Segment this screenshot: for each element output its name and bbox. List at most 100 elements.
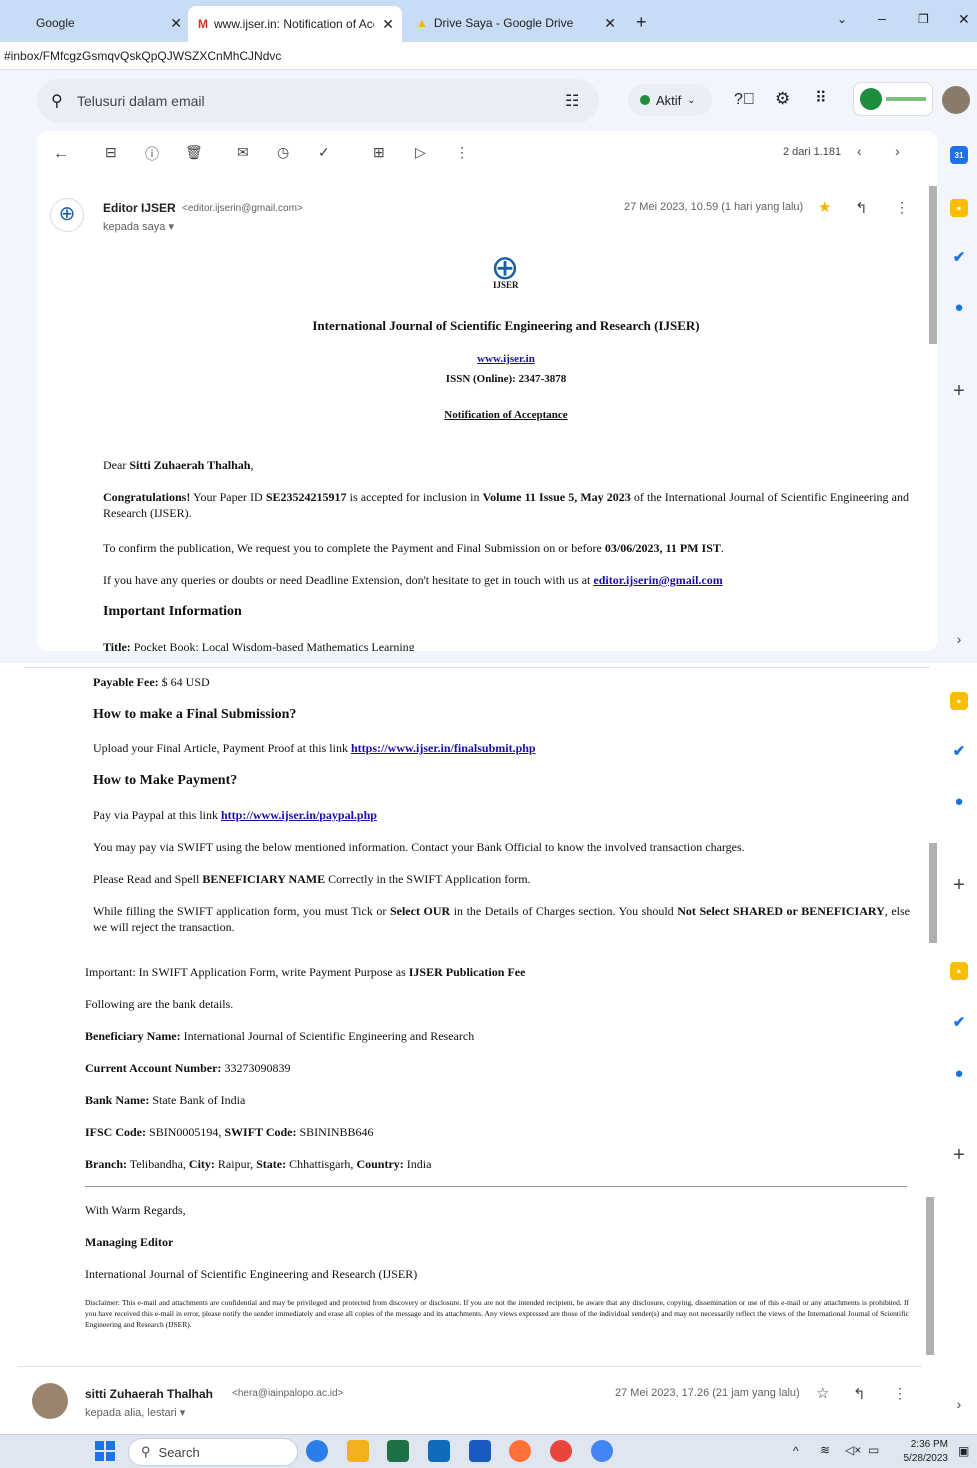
older-chevron-icon[interactable]: › [895, 143, 900, 159]
more-icon[interactable]: ⋮ [455, 144, 469, 161]
volume-icon[interactable]: ◁× [845, 1443, 861, 1457]
firefox-icon[interactable] [509, 1440, 531, 1462]
new-tab-icon[interactable]: + [636, 12, 647, 33]
org-logo-emblem [860, 88, 882, 110]
email-body-segment-3: Important: In SWIFT Application Form, wr… [18, 946, 940, 1366]
gmail-icon: M [198, 17, 208, 31]
label-icon[interactable]: ▷ [415, 144, 426, 161]
tab-ijser[interactable]: M www.ijser.in: Notification of Acce ✕ [188, 6, 402, 42]
contacts-icon[interactable]: ● [950, 792, 968, 810]
reply-icon[interactable]: ↰ [855, 199, 868, 217]
tab-drive[interactable]: ▲ Drive Saya - Google Drive ✕ [406, 8, 624, 38]
expand-panel-icon[interactable]: › [950, 630, 968, 648]
keep-icon[interactable]: ▪ [950, 199, 968, 217]
add-addon-icon[interactable]: + [950, 380, 968, 402]
final-submit-link[interactable]: https://www.ijser.in/finalsubmit.php [351, 741, 536, 755]
keep-icon[interactable]: ▪ [950, 692, 968, 710]
website-link[interactable]: www.ijser.in [477, 353, 535, 365]
taskbar-search-box[interactable]: ⚲ Search [128, 1438, 298, 1466]
branch-line: Branch: Telibandha, City: Raipur, State:… [85, 1157, 432, 1171]
ijser-logo-text: IJSER [493, 280, 519, 290]
search-input[interactable]: ⚲ Telusuri dalam email ☷ [37, 79, 599, 123]
bing-icon[interactable] [306, 1440, 328, 1462]
close-tab-icon[interactable]: ✕ [382, 16, 394, 33]
sender-name[interactable]: Editor IJSER [103, 201, 176, 215]
minimize-icon[interactable]: – [878, 10, 886, 26]
close-window-icon[interactable]: ✕ [958, 11, 970, 28]
address-bar[interactable]: #inbox/FMfcgzGsmqvQskQpQJWSZXCnMhCJNdvc … [0, 42, 977, 107]
journal-title: International Journal of Scientific Engi… [312, 318, 700, 333]
newer-chevron-icon[interactable]: ‹ [857, 143, 862, 159]
battery-icon[interactable]: ▭ [868, 1443, 879, 1457]
message-more-icon[interactable]: ⋮ [895, 199, 909, 216]
filter-options-icon[interactable]: ☷ [565, 91, 579, 111]
email-scrollbar[interactable] [929, 186, 937, 344]
contacts-icon[interactable]: ● [950, 1064, 968, 1082]
account-avatar[interactable] [942, 86, 970, 114]
issn-text: ISSN (Online): 2347-3878 [445, 373, 567, 385]
message-more-icon[interactable]: ⋮ [893, 1385, 907, 1402]
add-task-icon[interactable]: ✓ [318, 144, 330, 161]
file-explorer-icon[interactable] [347, 1440, 369, 1462]
paypal-link[interactable]: http://www.ijser.in/paypal.php [221, 808, 377, 822]
dear-line: Dear Sitti Zuhaerah Thalhah, [103, 458, 254, 472]
search-icon[interactable]: ⚲ [51, 91, 63, 111]
contact-email-link[interactable]: editor.ijserin@gmail.com [593, 573, 722, 587]
tab-google[interactable]: Google ✕ [20, 8, 190, 38]
apps-grid-icon[interactable]: ⠿ [815, 88, 827, 108]
excel-icon[interactable] [387, 1440, 409, 1462]
recipient-line[interactable]: kepada saya ▾ [103, 220, 174, 233]
reply-sender-name[interactable]: sitti Zuhaerah Thalhah [85, 1387, 213, 1401]
tab-search-icon[interactable]: ⌄ [837, 12, 847, 26]
paypal-line: Pay via Paypal at this link http://www.i… [93, 808, 377, 822]
delete-icon[interactable]: 🗑 [185, 144, 203, 161]
clock-time[interactable]: 2:36 PM [908, 1439, 948, 1450]
notification-icon[interactable]: ▣ [958, 1444, 969, 1458]
email-scrollbar[interactable] [929, 843, 937, 943]
star-icon[interactable]: ☆ [816, 1384, 829, 1402]
calendar-icon[interactable]: 31 [950, 146, 968, 164]
status-button[interactable]: Aktif ⌄ [628, 84, 712, 116]
back-arrow-icon[interactable]: ← [53, 145, 69, 163]
reply-recipient-line[interactable]: kepada alia, lestari ▾ [85, 1406, 185, 1419]
help-icon[interactable]: ?⃝ [734, 91, 755, 109]
chevron-up-icon[interactable]: ^ [793, 1444, 799, 1458]
word-icon[interactable] [469, 1440, 491, 1462]
settings-gear-icon[interactable]: ⚙ [775, 89, 790, 109]
beneficiary-line: Beneficiary Name: International Journal … [85, 1029, 475, 1043]
restore-icon[interactable]: ❐ [918, 12, 929, 26]
report-spam-icon[interactable]: ⓘ [145, 144, 159, 164]
email-date: 27 Mei 2023, 10.59 (1 hari yang lalu) [624, 201, 804, 213]
divider [18, 1366, 922, 1367]
move-to-icon[interactable]: ⊞ [373, 144, 385, 161]
wifi-icon[interactable]: ≋ [820, 1443, 830, 1457]
archive-icon[interactable]: ⊟ [105, 144, 117, 161]
sender-avatar-globe-icon[interactable]: ⊕ [50, 198, 84, 232]
starred-icon[interactable]: ★ [818, 198, 831, 216]
contacts-icon[interactable]: ● [950, 298, 968, 316]
chrome-icon[interactable] [550, 1440, 572, 1462]
close-tab-icon[interactable]: ✕ [604, 15, 616, 32]
clock-date[interactable]: 5/28/2023 [898, 1453, 949, 1464]
mail-icon[interactable] [428, 1440, 450, 1462]
tasks-icon[interactable]: ✔ [950, 1013, 968, 1031]
bank-line: Bank Name: State Bank of India [85, 1093, 246, 1107]
email-scrollbar[interactable] [926, 1197, 934, 1355]
chrome-profile-icon[interactable] [591, 1440, 613, 1462]
expand-panel-icon[interactable]: › [950, 1395, 968, 1413]
add-addon-icon[interactable]: + [950, 1144, 968, 1166]
account-line: Current Account Number: 33273090839 [85, 1061, 291, 1075]
reply-date: 27 Mei 2023, 17.26 (21 jam yang lalu) [615, 1387, 800, 1399]
close-tab-icon[interactable]: ✕ [170, 15, 182, 32]
add-addon-icon[interactable]: + [950, 874, 968, 896]
reply-sender-avatar[interactable] [32, 1383, 68, 1419]
snooze-icon[interactable]: ◷ [277, 144, 289, 161]
reply-icon[interactable]: ↰ [853, 1385, 866, 1403]
windows-start-icon[interactable] [95, 1441, 115, 1461]
tasks-icon[interactable]: ✔ [950, 248, 968, 266]
mark-unread-icon[interactable]: ✉ [237, 144, 249, 161]
tasks-icon[interactable]: ✔ [950, 742, 968, 760]
congrats-paragraph: Congratulations! Your Paper ID SE2352421… [103, 490, 909, 520]
keep-icon[interactable]: ▪ [950, 962, 968, 980]
reply-message[interactable]: sitti Zuhaerah Thalhah <hera@iainpalopo.… [18, 1366, 940, 1434]
